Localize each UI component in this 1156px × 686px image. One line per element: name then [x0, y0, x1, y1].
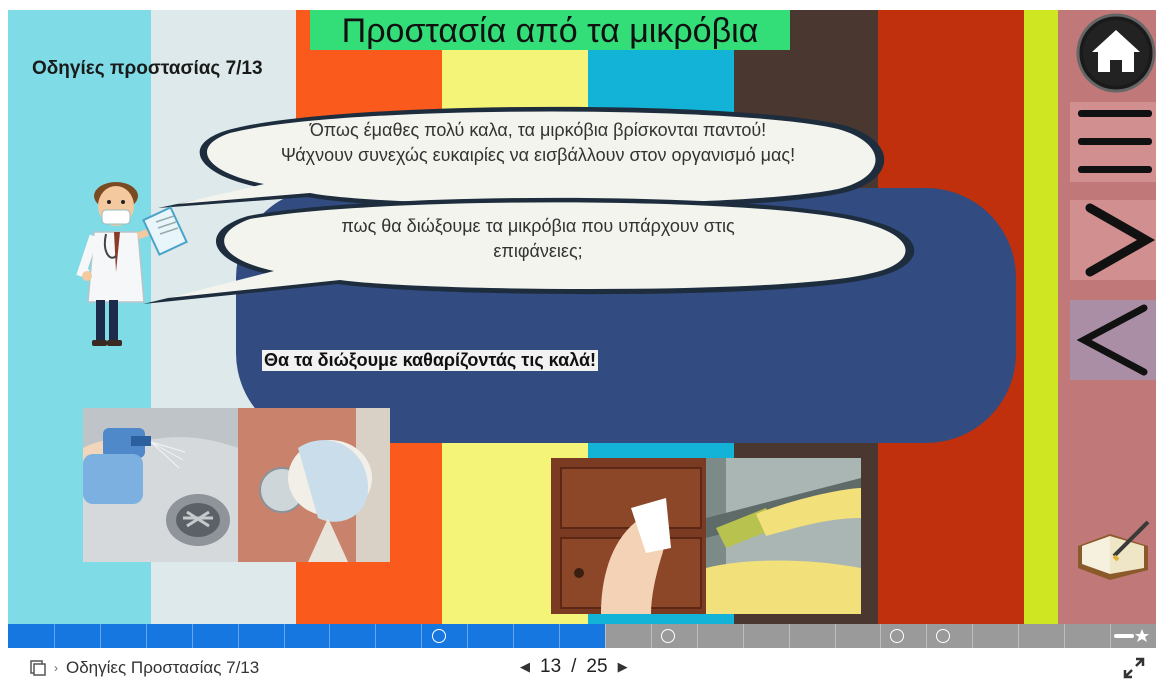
progress-marker-bookmark[interactable]: [890, 629, 904, 643]
bubble-2-line-1: πως θα διώξουμε τα μικρόβια που υπάρχουν…: [341, 216, 735, 236]
progress-segment-divider: [926, 624, 927, 648]
cleaning-photo-doorknob: [238, 408, 390, 562]
progress-segment-divider: [1110, 624, 1111, 648]
progress-segment-divider: [697, 624, 698, 648]
next-page-arrow-icon[interactable]: ▶: [618, 659, 628, 675]
progress-fill: [8, 624, 605, 648]
chevron-left-icon: [1076, 304, 1148, 376]
progress-segment-divider: [192, 624, 193, 648]
hamburger-menu-icon: [1078, 110, 1152, 173]
breadcrumb[interactable]: › Οδηγίες Προστασίας 7/13: [30, 658, 259, 678]
bubble-1-line-1: Όπως έμαθες πολύ καλα, τα μιρκόβια βρίσκ…: [309, 120, 767, 140]
progress-segment-divider: [100, 624, 101, 648]
slide-progress-bar[interactable]: [8, 624, 1156, 648]
footer-bar: › Οδηγίες Προστασίας 7/13 ◀ 13 / 25 ▶: [0, 650, 1156, 686]
progress-marker-bookmark[interactable]: [661, 629, 675, 643]
slide-subtitle: Οδηγίες προστασίας 7/13: [32, 58, 263, 79]
progress-segment-divider: [972, 624, 973, 648]
progress-segment-divider: [880, 624, 881, 648]
slide-title: Προστασία από τα μικρόβια: [310, 10, 790, 50]
progress-segment-divider: [789, 624, 790, 648]
progress-segment-divider: [375, 624, 376, 648]
current-page: 13: [540, 656, 562, 677]
cleaning-photo-cabinet: [551, 458, 706, 614]
progress-segment-divider: [238, 624, 239, 648]
bubble-1-text: Όπως έμαθες πολύ καλα, τα μιρκόβια βρίσκ…: [208, 118, 868, 168]
page-navigator: ◀ 13 / 25 ▶: [520, 656, 628, 678]
progress-segment-divider: [513, 624, 514, 648]
progress-segment-divider: [54, 624, 55, 648]
slide-stage: Προστασία από τα μικρόβια Οδηγίες προστα…: [8, 10, 1156, 624]
bubble-2-line-2: επιφάνειες;: [493, 241, 583, 261]
prev-page-arrow-icon[interactable]: ◀: [520, 659, 530, 675]
progress-segment-divider: [329, 624, 330, 648]
bubble-2-text: πως θα διώξουμε τα μικρόβια που υπάρχουν…: [258, 214, 818, 264]
chevron-right-small-icon: ›: [54, 661, 58, 675]
home-button[interactable]: [1070, 10, 1156, 96]
progress-segment-divider: [559, 624, 560, 648]
notebook-pen-icon: [1078, 520, 1150, 580]
cleaning-photo-sink: [83, 408, 238, 562]
progress-marker-bookmark[interactable]: [432, 629, 446, 643]
bubble-1-line-2: Ψάχνουν συνεχώς ευκαιρίες να εισβάλλουν …: [280, 145, 796, 165]
notebook-button[interactable]: [1070, 516, 1156, 582]
progress-segment-divider: [146, 624, 147, 648]
progress-segment-divider: [743, 624, 744, 648]
pages-icon: [30, 660, 46, 676]
total-pages: 25: [586, 656, 608, 677]
progress-segment-divider: [835, 624, 836, 648]
progress-segment-divider: [651, 624, 652, 648]
progress-segment-divider: [1064, 624, 1065, 648]
answer-text: Θα τα διώξουμε καθαρίζοντάς τις καλά!: [262, 350, 599, 371]
stripe-lime: [1024, 10, 1058, 624]
prev-slide-button[interactable]: [1070, 300, 1156, 380]
progress-marker-bookmark[interactable]: [936, 629, 950, 643]
home-icon: [1076, 13, 1156, 93]
breadcrumb-label: Οδηγίες Προστασίας 7/13: [66, 658, 260, 677]
cleaning-photo-glass: [706, 458, 861, 614]
progress-segment-divider: [284, 624, 285, 648]
progress-segment-divider: [1018, 624, 1019, 648]
progress-segment-divider: [605, 624, 606, 648]
next-slide-button[interactable]: [1070, 200, 1156, 280]
progress-segment-divider: [467, 624, 468, 648]
doctor-illustration: [76, 182, 188, 346]
end-star-icon[interactable]: [1114, 628, 1150, 644]
fullscreen-expand-icon[interactable]: [1122, 656, 1146, 680]
chevron-right-icon: [1085, 203, 1156, 277]
menu-button[interactable]: [1070, 102, 1156, 182]
progress-segment-divider: [421, 624, 422, 648]
page-separator: /: [571, 656, 577, 677]
